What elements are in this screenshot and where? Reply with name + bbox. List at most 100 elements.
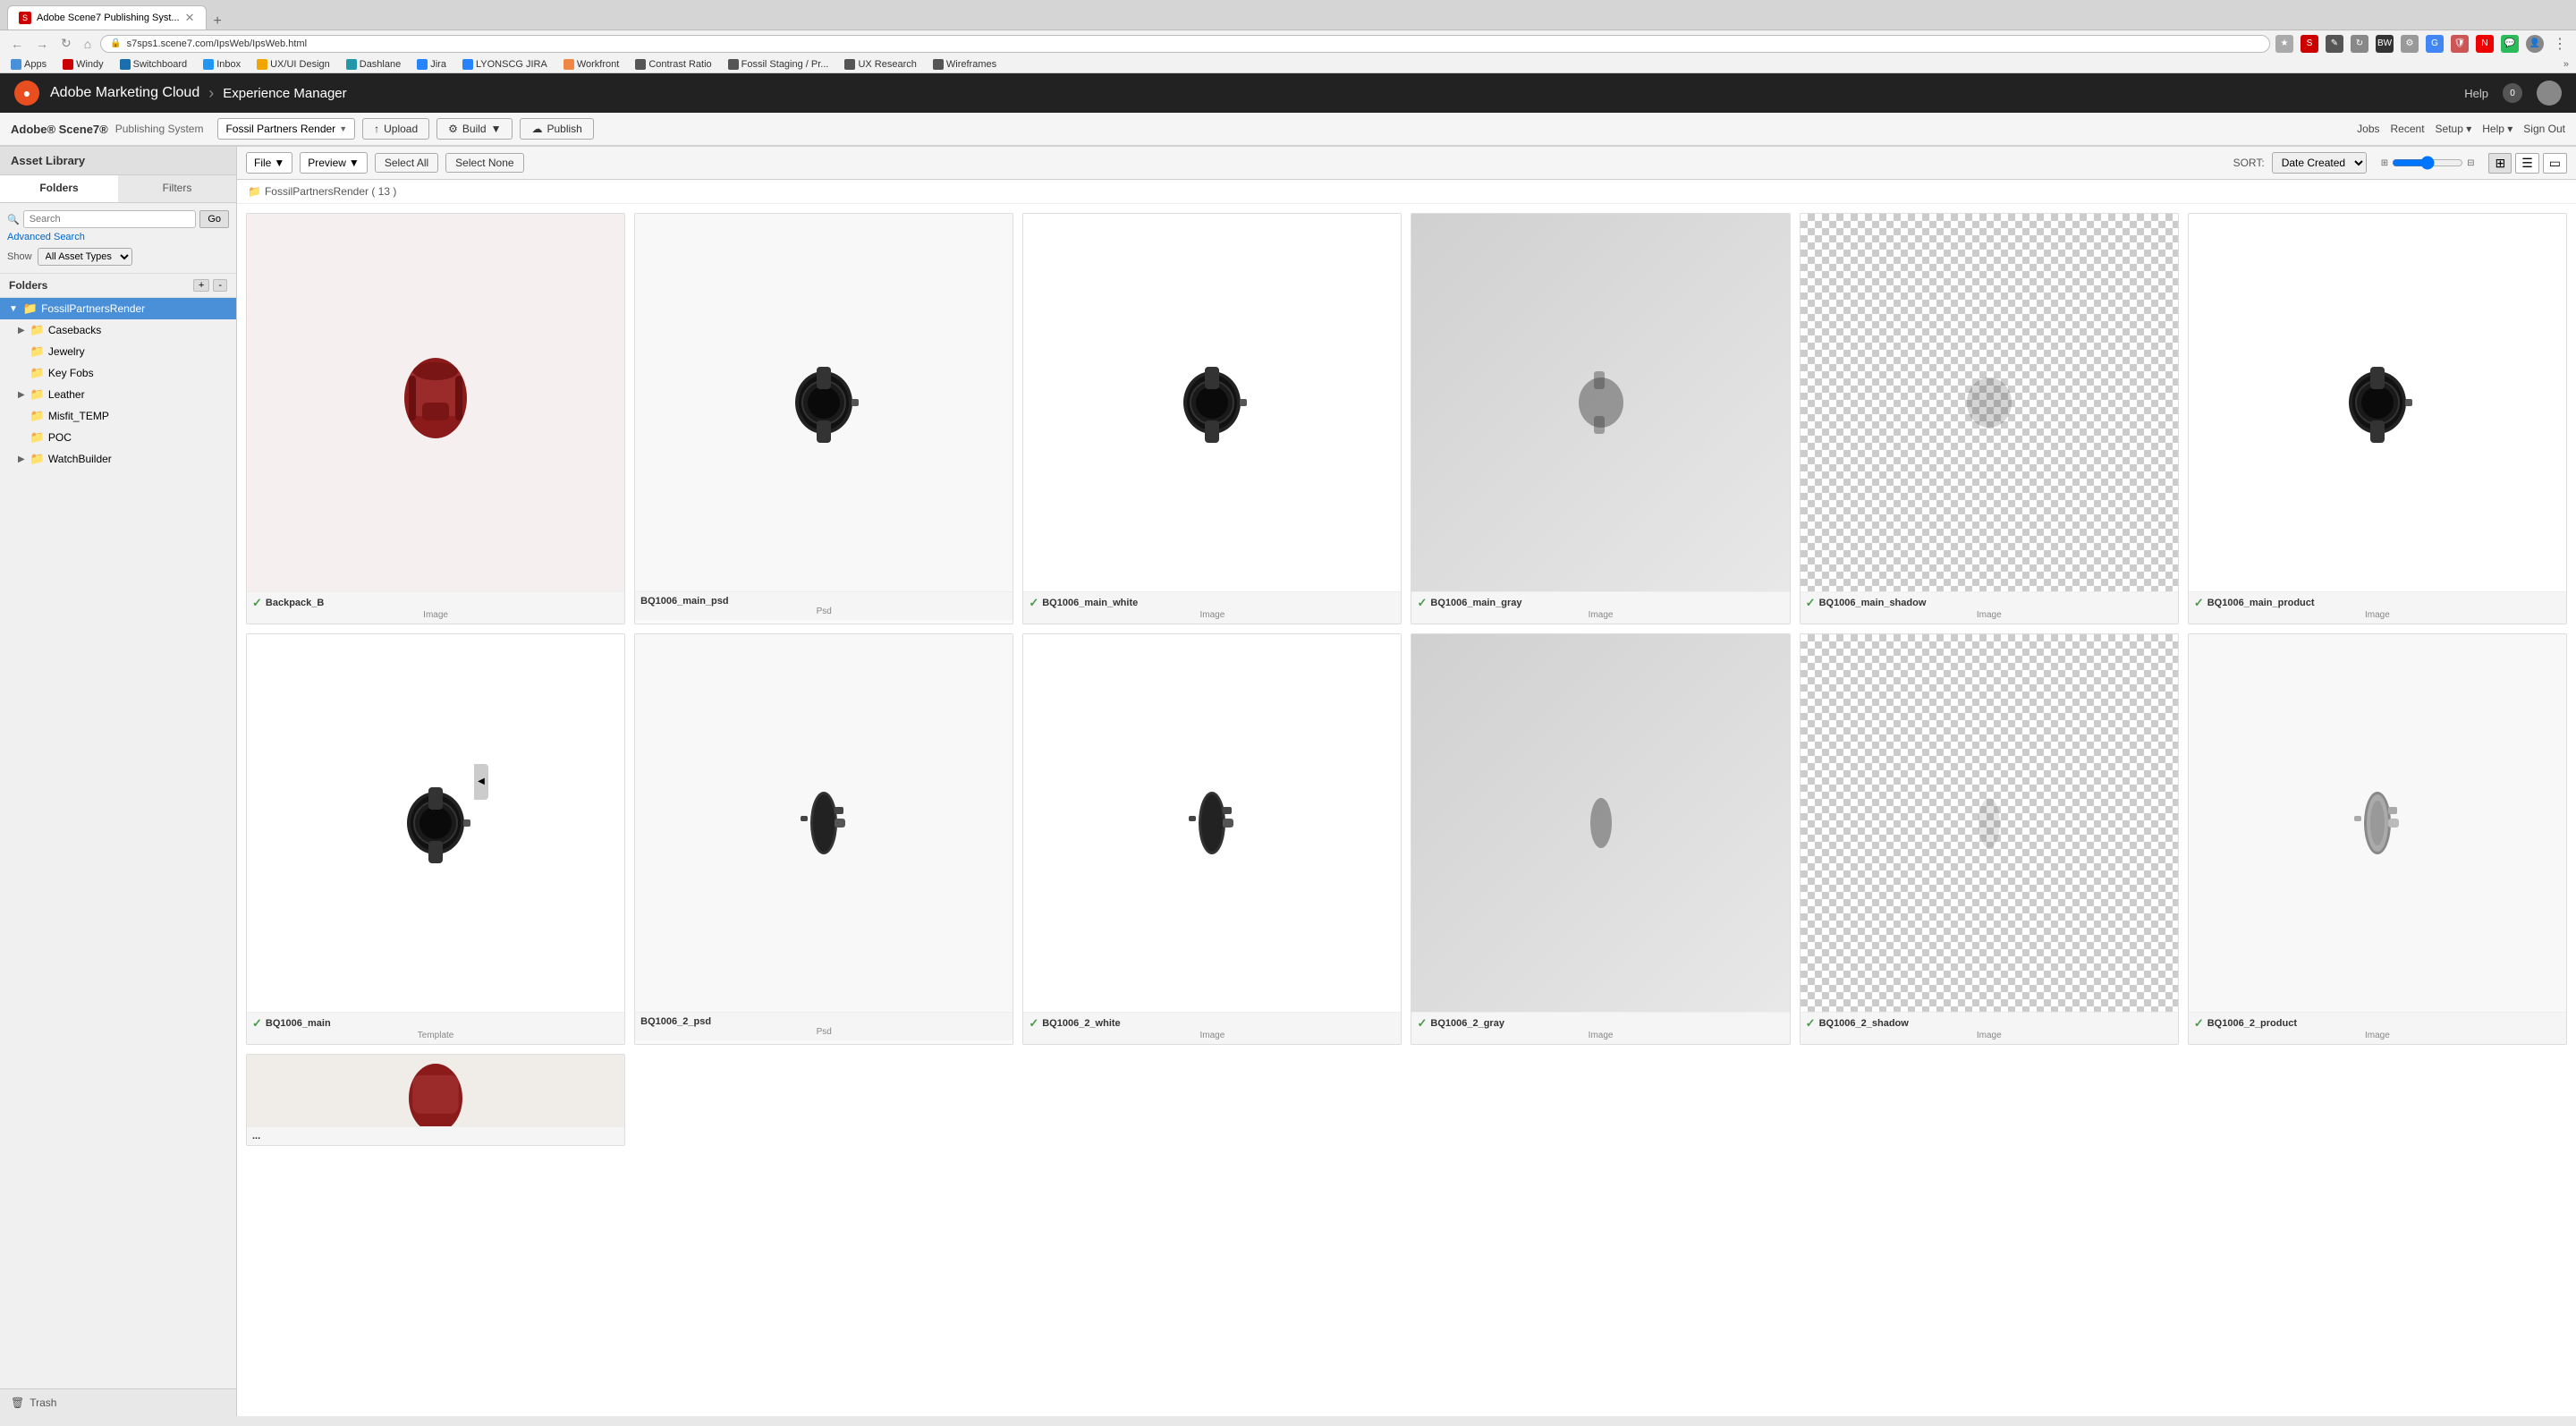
- bookmarks-more-icon[interactable]: »: [2563, 59, 2569, 70]
- tab-close-button[interactable]: ✕: [185, 11, 195, 25]
- bookmark-fossil-staging[interactable]: Fossil Staging / Pr...: [724, 58, 833, 71]
- asset-card-bq1006-main-psd[interactable]: BQ1006_main_psd Psd: [634, 213, 1013, 624]
- sort-select[interactable]: Date Created: [2272, 152, 2367, 174]
- publish-button[interactable]: ☁ Publish: [520, 118, 593, 140]
- trash-item[interactable]: 🗑 Trash: [0, 1388, 236, 1416]
- bookmark-wireframes[interactable]: Wireframes: [929, 58, 1000, 71]
- bookmark-workfront[interactable]: Workfront: [560, 58, 623, 71]
- select-all-button[interactable]: Select All: [375, 153, 438, 173]
- remove-folder-button[interactable]: -: [213, 279, 227, 292]
- asset-card-bq1006-main[interactable]: ✓ BQ1006_main Template: [246, 633, 625, 1045]
- asset-card-partial[interactable]: ...: [246, 1054, 625, 1146]
- tab-folders[interactable]: Folders: [0, 175, 118, 202]
- folder-item-watchbuilder[interactable]: ▶ 📁 WatchBuilder: [0, 448, 236, 470]
- folder-item-poc[interactable]: ▶ 📁 POC: [0, 427, 236, 448]
- jira-bookmark-icon: [417, 59, 428, 70]
- recent-link[interactable]: Recent: [2391, 123, 2425, 135]
- folder-item-fossil-partners-render[interactable]: ▼ 📁 FossilPartnersRender: [0, 298, 236, 319]
- app-header-separator: ›: [208, 84, 214, 103]
- bookmark-uxui[interactable]: UX/UI Design: [253, 58, 334, 71]
- bookmark-inbox[interactable]: Inbox: [199, 58, 244, 71]
- folder-header-buttons: + -: [193, 279, 227, 292]
- bookmark-contrast-ratio[interactable]: Contrast Ratio: [631, 58, 715, 71]
- checker2-svg: [1962, 783, 2016, 863]
- address-bar[interactable]: 🔒 s7sps1.scene7.com/IpsWeb/IpsWeb.html: [100, 35, 2270, 53]
- asset-card-bq1006-main-gray[interactable]: ✓ BQ1006_main_gray Image: [1411, 213, 1790, 624]
- bookmark-switchboard[interactable]: Switchboard: [116, 58, 191, 71]
- bookmark-apps[interactable]: Apps: [7, 58, 50, 71]
- asset-card-bq1006-2-psd[interactable]: BQ1006_2_psd Psd: [634, 633, 1013, 1045]
- search-input[interactable]: [23, 210, 197, 228]
- jobs-link[interactable]: Jobs: [2357, 123, 2379, 135]
- asset-type: Image: [1806, 610, 2173, 620]
- folder-dropdown[interactable]: Fossil Partners Render ▼: [217, 118, 355, 140]
- asset-card-bq1006-2-shadow[interactable]: ✓ BQ1006_2_shadow Image: [1800, 633, 2179, 1045]
- asset-thumb: [1411, 214, 1789, 591]
- advanced-search-link[interactable]: Advanced Search: [7, 232, 229, 242]
- expand-icon: ▶: [18, 390, 25, 400]
- asset-card-bq1006-main-product[interactable]: ✓ BQ1006_main_product Image: [2188, 213, 2567, 624]
- folder-item-key-fobs[interactable]: ▶ 📁 Key Fobs: [0, 362, 236, 384]
- ext-g-icon[interactable]: G: [2426, 35, 2444, 53]
- list-view-button[interactable]: ☰: [2515, 153, 2539, 174]
- folder-item-jewelry[interactable]: ▶ 📁 Jewelry: [0, 341, 236, 362]
- asset-card-bq1006-main-white[interactable]: ✓ BQ1006_main_white Image: [1022, 213, 1402, 624]
- help-menu[interactable]: Help ▾: [2482, 123, 2512, 135]
- ext-s7-icon[interactable]: S: [2301, 35, 2318, 53]
- ext-pen-icon[interactable]: ✎: [2326, 35, 2343, 53]
- tab-filters[interactable]: Filters: [118, 175, 236, 202]
- ext-bw-icon[interactable]: BW: [2376, 35, 2394, 53]
- build-button[interactable]: ⚙ Build ▼: [436, 118, 513, 140]
- bookmark-dashlane[interactable]: Dashlane: [343, 58, 404, 71]
- ext-settings-icon[interactable]: ⚙: [2401, 35, 2419, 53]
- bookmark-ux-research[interactable]: UX Research: [841, 58, 919, 71]
- browser-tab-active[interactable]: S Adobe Scene7 Publishing Syst... ✕: [7, 5, 207, 30]
- folder-item-leather[interactable]: ▶ 📁 Leather: [0, 384, 236, 405]
- more-menu-icon[interactable]: ⋮: [2551, 35, 2569, 53]
- user-avatar[interactable]: [2537, 81, 2562, 106]
- back-button[interactable]: ←: [7, 35, 27, 53]
- folder-item-misfit-temp[interactable]: ▶ 📁 Misfit_TEMP: [0, 405, 236, 427]
- bookmark-jira[interactable]: Jira: [413, 58, 450, 71]
- ext-n-icon[interactable]: N: [2476, 35, 2494, 53]
- asset-card-bq1006-2-gray[interactable]: ✓ BQ1006_2_gray Image: [1411, 633, 1790, 1045]
- grid-view-button[interactable]: ⊞: [2488, 153, 2512, 174]
- folder-item-casebacks[interactable]: ▶ 📁 Casebacks: [0, 319, 236, 341]
- asset-name-row: ✓ BQ1006_2_product: [2194, 1016, 2561, 1031]
- asset-card-bq1006-2-product[interactable]: ✓ BQ1006_2_product Image: [2188, 633, 2567, 1045]
- bookmark-star-icon[interactable]: ★: [2275, 35, 2293, 53]
- new-tab-button[interactable]: +: [207, 13, 229, 30]
- detail-view-button[interactable]: ▭: [2543, 153, 2567, 174]
- preview-button[interactable]: Preview ▼: [300, 152, 368, 174]
- ext-shield-icon[interactable]: 🛡: [2451, 35, 2469, 53]
- folder-icon: 📁: [30, 452, 45, 466]
- asset-type-select[interactable]: All Asset Types: [38, 248, 132, 266]
- refresh-button[interactable]: ↻: [57, 34, 75, 53]
- bookmark-lyons-jira[interactable]: LYONSCG JIRA: [459, 58, 551, 71]
- watch-side-svg: [788, 769, 860, 877]
- help-button[interactable]: Help: [2464, 87, 2488, 100]
- asset-card-backpack-b[interactable]: ✓ Backpack_B Image: [246, 213, 625, 624]
- user-avatar-icon[interactable]: 👤: [2526, 35, 2544, 53]
- size-slider[interactable]: [2392, 156, 2463, 170]
- forward-button[interactable]: →: [32, 35, 52, 53]
- asset-thumb: [247, 634, 624, 1012]
- signout-link[interactable]: Sign Out: [2523, 123, 2565, 135]
- search-go-button[interactable]: Go: [199, 210, 229, 228]
- bookmark-windy[interactable]: Windy: [59, 58, 107, 71]
- file-button[interactable]: File ▼: [246, 152, 292, 174]
- add-folder-button[interactable]: +: [193, 279, 209, 292]
- setup-menu[interactable]: Setup ▾: [2436, 123, 2472, 135]
- sidebar-collapse-button[interactable]: ◀: [474, 764, 488, 800]
- asset-card-bq1006-main-shadow[interactable]: ✓ BQ1006_main_shadow Image: [1800, 213, 2179, 624]
- pub-system-label: Publishing System: [115, 123, 204, 135]
- tab-favicon: S: [19, 12, 31, 24]
- home-button[interactable]: ⌂: [80, 35, 95, 53]
- notification-badge[interactable]: 0: [2503, 83, 2522, 103]
- upload-button[interactable]: ↑ Upload: [362, 118, 429, 140]
- asset-card-bq1006-2-white[interactable]: ✓ BQ1006_2_white Image: [1022, 633, 1402, 1045]
- select-none-button[interactable]: Select None: [445, 153, 523, 173]
- asset-name: BQ1006_2_product: [2207, 1018, 2297, 1029]
- ext-chat-icon[interactable]: 💬: [2501, 35, 2519, 53]
- ext-refresh-icon[interactable]: ↻: [2351, 35, 2368, 53]
